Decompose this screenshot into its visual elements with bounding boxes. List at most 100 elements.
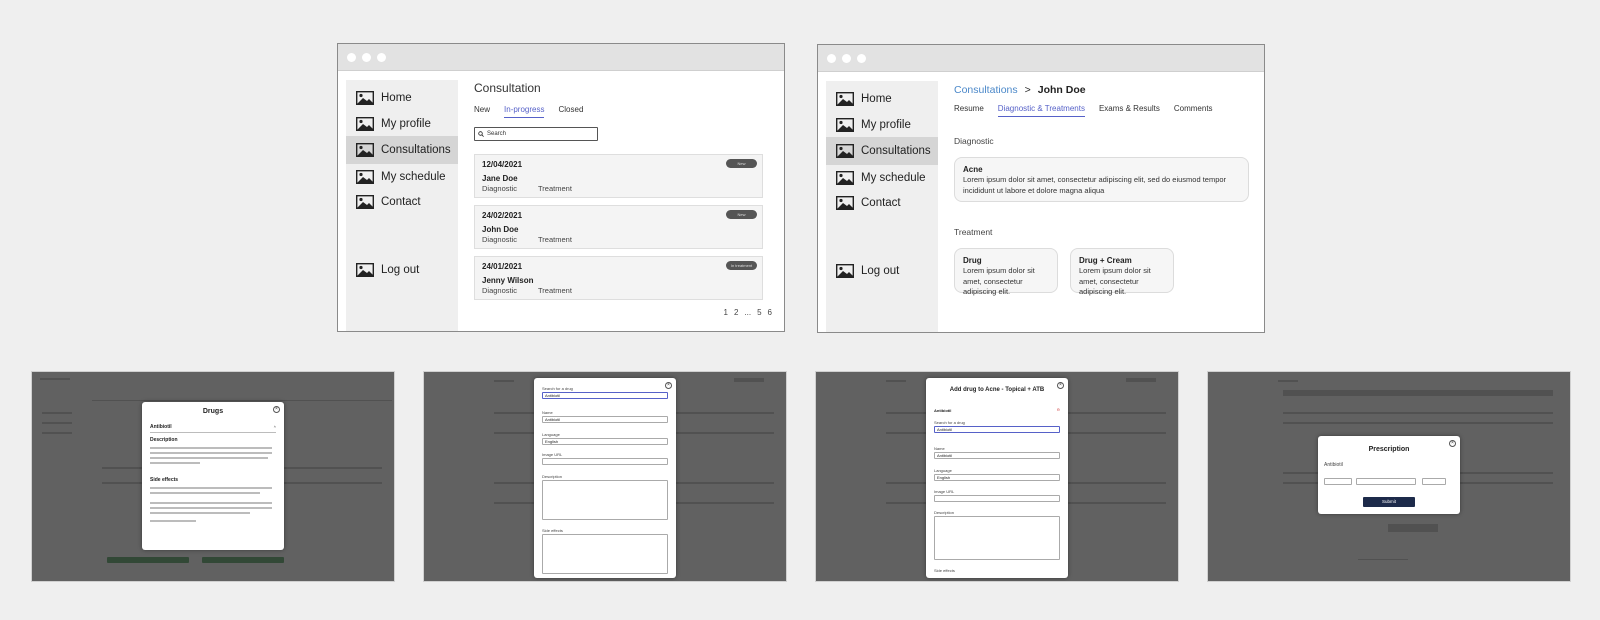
name-field[interactable]: Antibiotil [542, 416, 668, 423]
tab-new[interactable]: New [474, 105, 490, 118]
consultation-date: 24/02/2021 [482, 211, 523, 220]
submit-button[interactable]: Submit [1363, 497, 1415, 507]
image-icon [836, 92, 854, 106]
sidebar: Home My profile Consultations My schedul… [346, 80, 458, 331]
consultation-card[interactable]: 24/02/2021 New John Doe Diagnostic Treat… [474, 205, 763, 249]
modal-title: Drugs [202, 408, 224, 415]
consultation-date: 24/01/2021 [482, 262, 523, 271]
page-link[interactable]: 6 [768, 308, 772, 317]
window-control-dot[interactable] [827, 53, 836, 63]
drugs-modal: × Drugs Antibiotil ˄ Description Side ef… [142, 402, 284, 550]
window-control-dot[interactable] [347, 52, 356, 62]
tab-diagnostic-treatments[interactable]: Diagnostic & Treatments [997, 104, 1085, 117]
close-icon[interactable]: × [665, 382, 672, 389]
screenshot-thumbnail-prescription: × Prescription Antibiotil Submit [1207, 371, 1571, 582]
sidebar-item-my-schedule[interactable]: My schedule [346, 163, 458, 191]
chevron-up-icon[interactable]: ˄ [274, 424, 276, 429]
description-textarea[interactable] [542, 480, 668, 520]
breadcrumb-current: John Doe [1037, 84, 1086, 96]
sidebar-item-home[interactable]: Home [346, 84, 458, 112]
sidebar-item-label: Log out [381, 264, 420, 276]
sidebar-item-label: My profile [861, 119, 911, 131]
sidebar-item-contact[interactable]: Contact [346, 188, 458, 216]
image-url-field[interactable] [934, 495, 1060, 502]
page-link[interactable]: 1 [724, 308, 728, 317]
page-title: Consultation [474, 81, 541, 95]
field-label: Language [934, 468, 952, 473]
search-input[interactable]: Search [474, 127, 598, 141]
section-heading: Side effects [150, 477, 179, 483]
sidebar-item-my-profile[interactable]: My profile [346, 110, 458, 138]
sidebar-item-logout[interactable]: Log out [826, 257, 938, 285]
sidebar-item-consultations[interactable]: Consultations [346, 136, 458, 164]
sidebar-item-label: Home [861, 93, 892, 105]
duration-select[interactable] [1422, 478, 1446, 485]
sidebar-item-logout[interactable]: Log out [346, 256, 458, 284]
image-icon [836, 264, 854, 278]
tab-comments[interactable]: Comments [1174, 104, 1213, 117]
drug-name: Antibiotil [934, 408, 952, 413]
treatment-title: Drug [963, 256, 982, 265]
field-label: Description [934, 510, 955, 515]
consultation-card[interactable]: 12/04/2021 New Jane Doe Diagnostic Treat… [474, 154, 763, 198]
consultation-card[interactable]: 24/01/2021 In treatment Jenny Wilson Dia… [474, 256, 763, 300]
breadcrumb: Consultations > John Doe [954, 84, 1086, 96]
detail-tabs: Resume Diagnostic & Treatments Exams & R… [954, 104, 1213, 117]
breadcrumb-link[interactable]: Consultations [954, 84, 1018, 96]
window-control-dot[interactable] [857, 53, 866, 63]
language-select[interactable]: English [934, 474, 1060, 481]
treatment-card[interactable]: Drug Lorem ipsum dolor sit amet, consect… [954, 248, 1058, 296]
name-field[interactable]: Antibiotil [934, 452, 1060, 459]
tab-closed[interactable]: Closed [558, 105, 583, 118]
drug-search-input[interactable]: Antibiotil [542, 392, 668, 399]
field-label: Side effects [934, 568, 955, 573]
consultation-date: 12/04/2021 [482, 160, 523, 169]
patient-name: Jane Doe [482, 174, 518, 183]
search-placeholder: Search [487, 131, 507, 137]
status-badge: In treatment [726, 261, 757, 270]
sidebar-item-label: My profile [381, 118, 431, 130]
diagnostic-label: Diagnostic [482, 235, 518, 244]
frequency-field[interactable] [1356, 478, 1416, 485]
diagnostic-label: Diagnostic [482, 184, 518, 193]
tab-resume[interactable]: Resume [954, 104, 984, 117]
patient-name: Jenny Wilson [482, 276, 534, 285]
sidebar-item-label: Consultations [381, 144, 451, 156]
breadcrumb-separator: > [1024, 84, 1031, 96]
treatment-label: Treatment [538, 184, 572, 193]
sidebar-item-label: My schedule [861, 172, 926, 184]
section-heading: Diagnostic [954, 136, 994, 146]
sidebar-item-label: Log out [861, 265, 900, 277]
page-link[interactable]: 2 [734, 308, 738, 317]
side-effects-textarea[interactable] [542, 534, 668, 574]
modal-title: Add drug to Acne - Topical + ATB [949, 387, 1045, 393]
sidebar-item-home[interactable]: Home [826, 85, 938, 113]
window-control-dot[interactable] [377, 52, 386, 62]
page-link[interactable]: 5 [757, 308, 761, 317]
diagnostic-card[interactable]: Acne Lorem ipsum dolor sit amet, consect… [954, 157, 1249, 202]
window-control-dot[interactable] [842, 53, 851, 63]
section-heading: Treatment [954, 227, 993, 237]
sidebar-item-contact[interactable]: Contact [826, 189, 938, 217]
language-select[interactable]: English [542, 438, 668, 445]
diagnostic-text: Lorem ipsum dolor sit amet, consectetur … [963, 175, 1227, 195]
consultation-list-window: Home My profile Consultations My schedul… [337, 43, 785, 332]
sidebar-item-consultations[interactable]: Consultations [826, 137, 938, 165]
tab-exams-results[interactable]: Exams & Results [1099, 104, 1160, 117]
drug-search-input[interactable]: Antibiotil [934, 426, 1060, 433]
dosage-field[interactable] [1324, 478, 1352, 485]
tab-in-progress[interactable]: In-progress [504, 105, 545, 118]
image-icon [356, 91, 374, 105]
field-label: Name [934, 446, 945, 451]
sidebar-item-my-profile[interactable]: My profile [826, 111, 938, 139]
window-control-dot[interactable] [362, 52, 371, 62]
sidebar-item-label: My schedule [381, 171, 446, 183]
treatment-text: Lorem ipsum dolor sit amet, consectetur … [1079, 266, 1151, 297]
description-textarea[interactable] [934, 516, 1060, 560]
remove-icon[interactable]: ⊖ [1057, 407, 1060, 412]
image-url-field[interactable] [542, 458, 668, 465]
search-icon [478, 131, 484, 137]
sidebar-item-my-schedule[interactable]: My schedule [826, 164, 938, 192]
treatment-card[interactable]: Drug + Cream Lorem ipsum dolor sit amet,… [1070, 248, 1174, 297]
field-label: Name [542, 410, 553, 415]
